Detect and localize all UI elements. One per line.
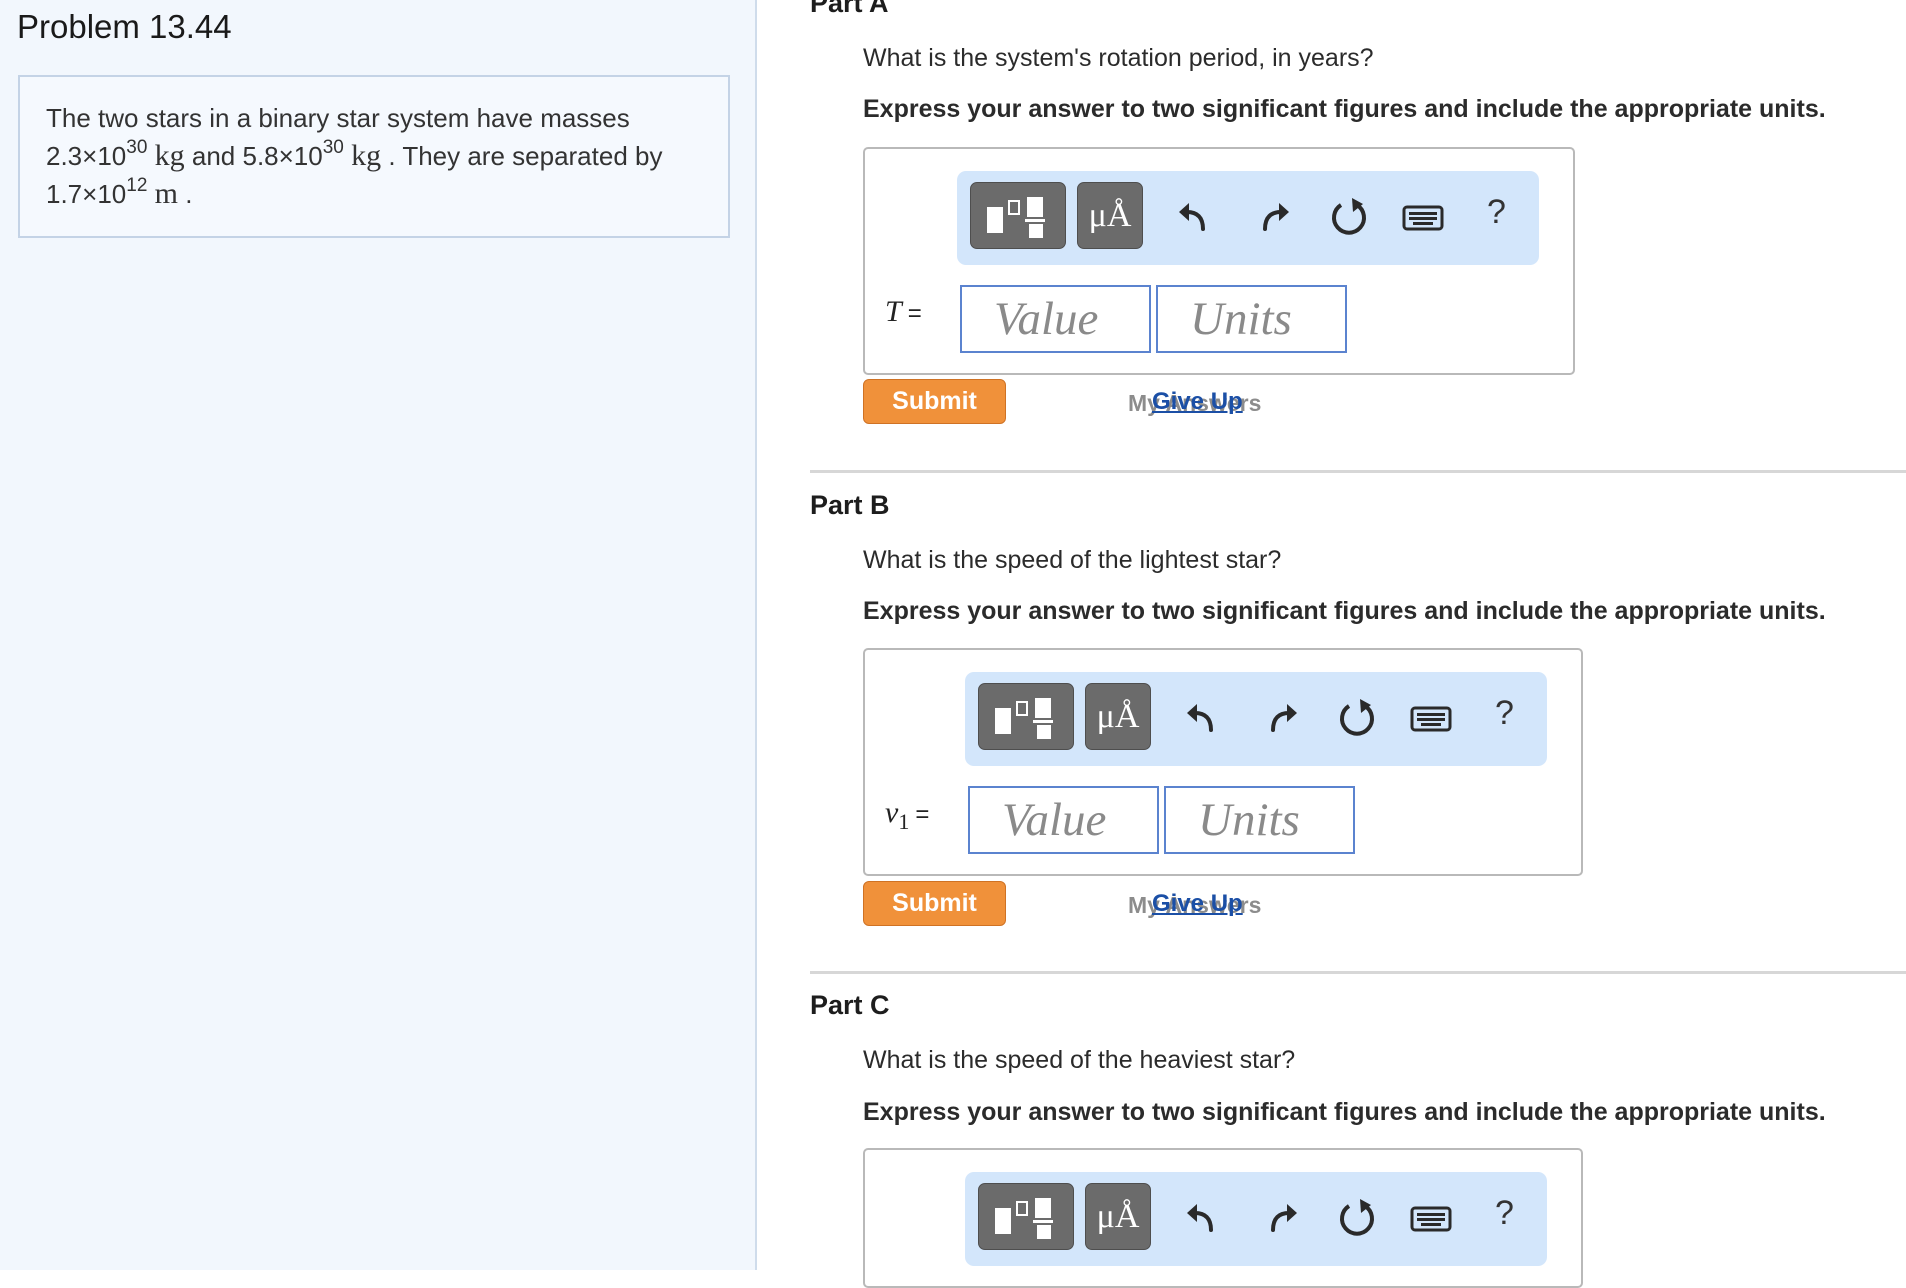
mass2-unit: kg xyxy=(351,139,382,172)
templates-button[interactable] xyxy=(970,182,1066,249)
separated-text: . They are separated by xyxy=(388,141,663,171)
part-b-question: What is the speed of the lightest star? xyxy=(863,546,1282,574)
redo-icon[interactable] xyxy=(1259,696,1303,740)
problem-statement: The two stars in a binary star system ha… xyxy=(18,75,730,238)
part-a-instruction: Express your answer to two significant f… xyxy=(863,95,1826,123)
help-button[interactable]: ? xyxy=(1495,694,1514,733)
parts-pane: Part A What is the system's rotation per… xyxy=(759,0,1906,1288)
keyboard-icon[interactable] xyxy=(1401,195,1445,239)
reset-icon[interactable] xyxy=(1335,696,1379,740)
and-text: and xyxy=(191,141,236,171)
part-a-units-input[interactable] xyxy=(1156,285,1347,353)
undo-icon[interactable] xyxy=(1181,1196,1225,1240)
templates-button[interactable] xyxy=(978,1183,1074,1250)
part-b-units-input[interactable] xyxy=(1164,786,1355,854)
part-b-value-input[interactable] xyxy=(968,786,1159,854)
redo-icon[interactable] xyxy=(1259,1196,1303,1240)
part-c: Part C What is the speed of the heaviest… xyxy=(810,990,1906,1288)
part-c-title: Part C xyxy=(810,990,890,1020)
part-c-question: What is the speed of the heaviest star? xyxy=(863,1046,1296,1074)
redo-icon[interactable] xyxy=(1251,195,1295,239)
problem-pane: Problem 13.44 The two stars in a binary … xyxy=(0,0,757,1270)
units-button[interactable]: μÅ xyxy=(1085,1183,1151,1250)
templates-button[interactable] xyxy=(978,683,1074,750)
mass2-value: 5.8×1030 xyxy=(242,137,344,171)
period-text: . xyxy=(185,179,193,209)
keyboard-icon[interactable] xyxy=(1409,1196,1453,1240)
part-b-variable: v1 = xyxy=(885,796,930,834)
problem-text: The two stars in a binary star system ha… xyxy=(46,103,630,133)
part-a-give-up-link[interactable]: Give Up xyxy=(1152,388,1243,416)
divider xyxy=(810,470,1906,473)
templates-icon xyxy=(995,1198,1053,1239)
part-b-instruction: Express your answer to two significant f… xyxy=(863,597,1826,625)
templates-icon xyxy=(987,197,1045,238)
undo-icon[interactable] xyxy=(1173,195,1217,239)
problem-title: Problem 13.44 xyxy=(17,8,232,45)
part-b-toolbar: μÅ ? xyxy=(965,672,1547,766)
part-a-title: Part A xyxy=(810,0,889,18)
part-a: Part A What is the system's rotation per… xyxy=(810,0,1906,480)
undo-icon[interactable] xyxy=(1181,696,1225,740)
mass1-unit: kg xyxy=(154,139,185,172)
part-a-variable: T = xyxy=(885,295,922,328)
units-button[interactable]: μÅ xyxy=(1077,182,1143,249)
part-c-instruction: Express your answer to two significant f… xyxy=(863,1098,1826,1126)
part-b-submit-button[interactable]: Submit xyxy=(863,881,1006,926)
help-button[interactable]: ? xyxy=(1487,193,1506,232)
distance-unit: m xyxy=(154,177,178,210)
reset-icon[interactable] xyxy=(1335,1196,1379,1240)
distance-value: 1.7×1012 xyxy=(46,175,148,209)
mass1-value: 2.3×1030 xyxy=(46,137,148,171)
part-a-answer-box: μÅ ? T = Value Units xyxy=(863,147,1575,375)
part-c-toolbar: μÅ ? xyxy=(965,1172,1547,1266)
part-b: Part B What is the speed of the lightest… xyxy=(810,490,1906,970)
part-a-submit-button[interactable]: Submit xyxy=(863,379,1006,424)
divider xyxy=(810,971,1906,974)
templates-icon xyxy=(995,698,1053,739)
part-c-answer-box: μÅ ? xyxy=(863,1148,1583,1288)
keyboard-icon[interactable] xyxy=(1409,696,1453,740)
part-a-value-input[interactable] xyxy=(960,285,1151,353)
help-button[interactable]: ? xyxy=(1495,1194,1514,1233)
part-a-toolbar: μÅ ? xyxy=(957,171,1539,265)
part-a-question: What is the system's rotation period, in… xyxy=(863,44,1374,72)
reset-icon[interactable] xyxy=(1327,195,1371,239)
part-b-title: Part B xyxy=(810,490,890,520)
units-button[interactable]: μÅ xyxy=(1085,683,1151,750)
part-b-answer-box: μÅ ? v1 = Value Units xyxy=(863,648,1583,876)
part-b-give-up-link[interactable]: Give Up xyxy=(1152,890,1243,918)
